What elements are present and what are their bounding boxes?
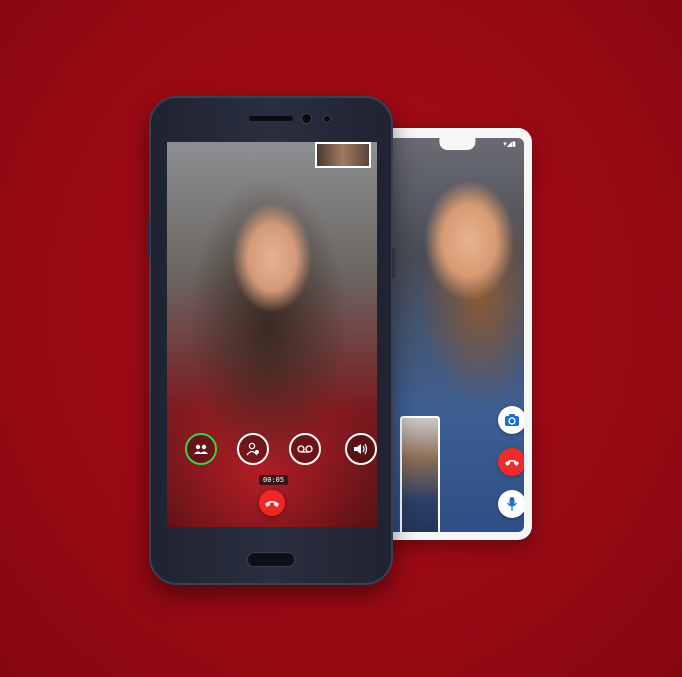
power-button	[392, 248, 395, 278]
microphone-button[interactable]	[498, 490, 524, 518]
back-phone-video-feed: ▾◢▮	[380, 138, 524, 532]
add-user-icon	[246, 442, 259, 456]
self-view-thumbnail[interactable]	[400, 416, 440, 532]
group-call-button[interactable]	[185, 433, 217, 465]
back-hangup-button[interactable]	[498, 448, 524, 476]
voicemail-button[interactable]	[289, 433, 321, 465]
switch-camera-icon	[505, 414, 519, 426]
phone-hangup-icon	[265, 501, 279, 507]
back-phone-notch	[439, 138, 476, 150]
volume-button	[147, 218, 150, 258]
phone-hangup-icon	[505, 460, 519, 466]
front-phone: 00:05	[147, 96, 395, 585]
speaker-icon	[354, 443, 368, 455]
front-camera	[301, 113, 312, 124]
front-phone-video-feed: 00:05	[167, 142, 377, 527]
earpiece-speaker	[249, 116, 293, 121]
proximity-sensor	[323, 115, 331, 123]
microphone-icon	[506, 497, 518, 511]
status-bar-icons: ▾◢▮	[503, 140, 516, 148]
home-button[interactable]	[247, 552, 295, 567]
hangup-button[interactable]	[259, 490, 285, 516]
voicemail-icon	[297, 445, 313, 453]
self-view-thumbnail[interactable]	[315, 142, 371, 168]
switch-camera-button[interactable]	[498, 406, 524, 434]
add-user-button[interactable]	[237, 433, 269, 465]
call-timer: 00:05	[259, 475, 289, 485]
speaker-button[interactable]	[345, 433, 377, 465]
group-call-icon	[194, 444, 208, 454]
